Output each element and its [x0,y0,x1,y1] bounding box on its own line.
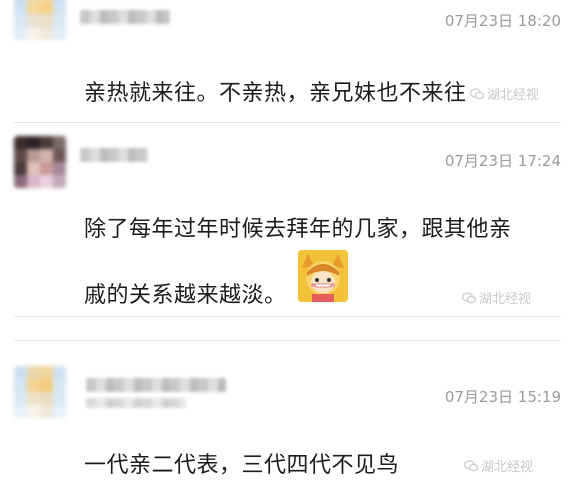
divider [14,122,561,123]
comment-1: 07月23日 18:20 亲热就来往。不亲热，亲兄妹也不来往 湖北经视 [0,0,575,120]
wechat-icon [464,460,478,472]
cartoon-girl-icon [298,250,348,302]
username-blurred[interactable] [80,148,148,162]
wechat-icon [470,88,484,100]
avatar[interactable] [14,0,66,40]
comment-3: 07月23日 15:19 一代亲二代表，三代四代不见鸟 湖北经视 [0,350,575,479]
watermark: 湖北经视 [462,288,531,307]
watermark: 湖北经视 [464,456,533,475]
comment-time: 07月23日 18:20 [444,12,561,30]
avatar[interactable] [14,136,66,188]
comment-time: 07月23日 17:24 [444,152,561,170]
comment-text-line-1: 除了每年过年时候去拜年的几家，跟其他亲 [84,217,512,242]
watermark-label: 湖北经视 [479,292,532,307]
wechat-icon [462,292,476,304]
comment-text: 亲热就来往。不亲热，亲兄妹也不来往 [84,81,467,106]
comment-text-line-2: 戚的关系越来越淡。 [84,283,287,308]
avatar[interactable] [14,366,66,418]
watermark: 湖北经视 [470,84,539,103]
username-blurred[interactable] [80,10,170,24]
username-blurred[interactable] [86,398,186,408]
username-blurred[interactable] [86,378,226,392]
divider [14,316,561,317]
comment-text: 一代亲二代表，三代四代不见鸟 [84,453,400,478]
comment-time: 07月23日 15:19 [444,388,561,406]
sticker-emoji [298,250,348,302]
watermark-label: 湖北经视 [481,460,534,475]
comment-2: 07月23日 17:24 除了每年过年时候去拜年的几家，跟其他亲 戚的关系越来越… [0,128,575,338]
divider [14,340,561,341]
watermark-label: 湖北经视 [487,88,540,103]
